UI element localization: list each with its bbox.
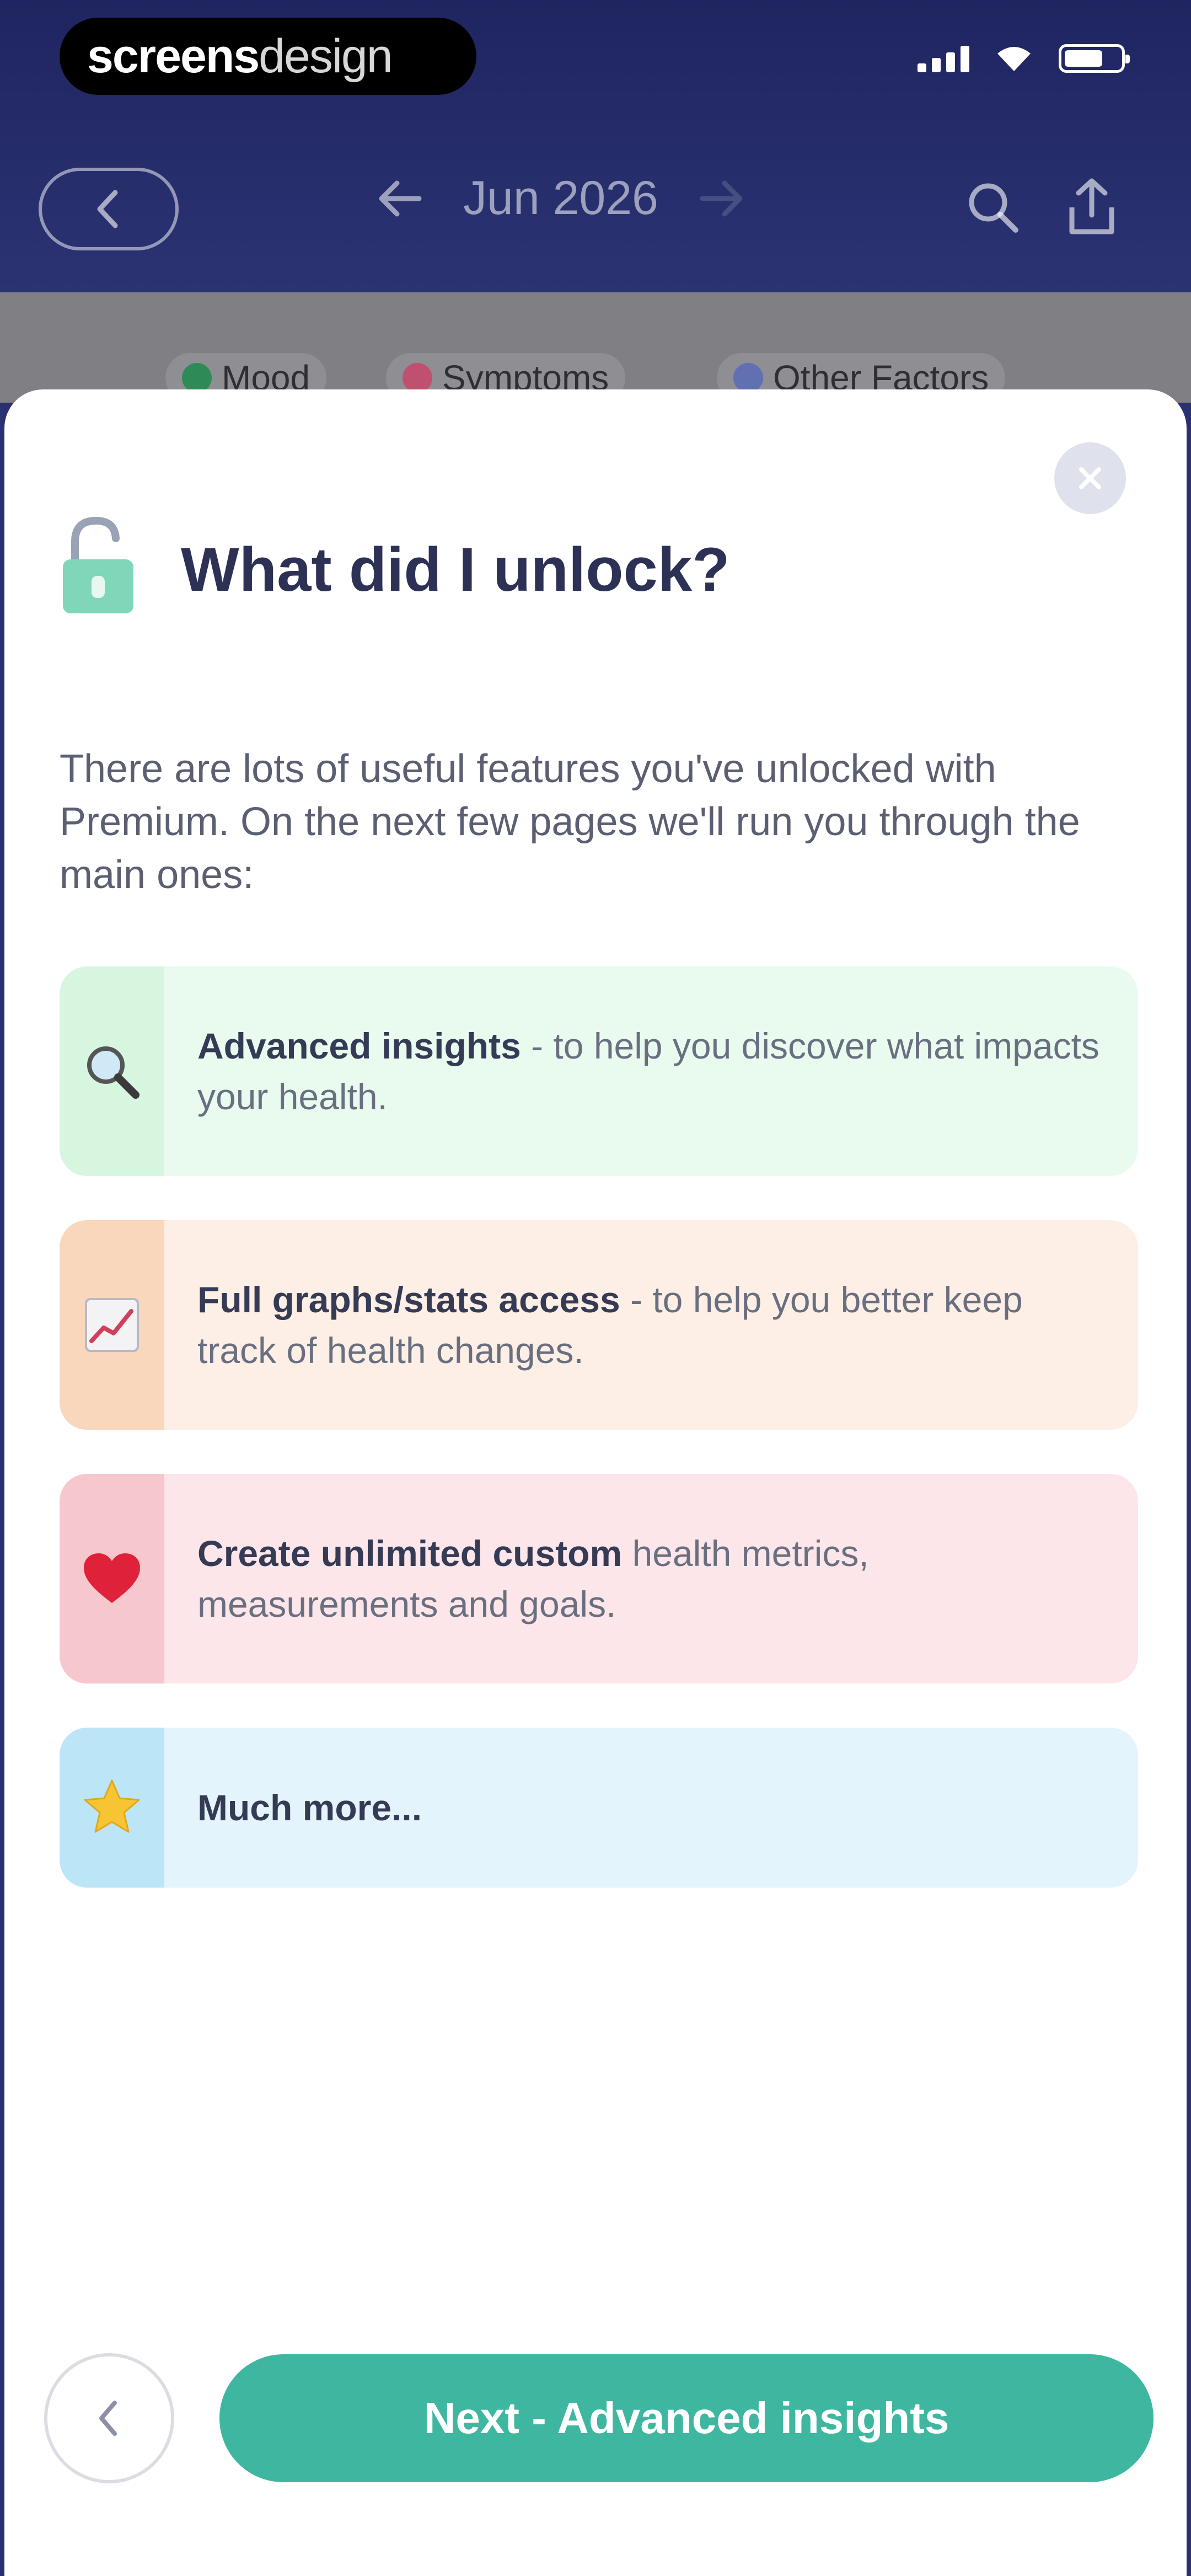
feature-text-cell: Full graphs/stats access - to help you b… bbox=[164, 1220, 1138, 1430]
feature-title: Full graphs/stats access bbox=[197, 1279, 620, 1320]
feature-text: Much more... bbox=[197, 1782, 422, 1833]
chevron-left-icon bbox=[97, 190, 118, 228]
feature-icon-cell bbox=[60, 966, 164, 1176]
battery-icon bbox=[1059, 44, 1130, 73]
previous-button[interactable] bbox=[44, 2353, 174, 2483]
feature-text: Full graphs/stats access - to help you b… bbox=[197, 1274, 1105, 1376]
feature-icon-cell bbox=[60, 1474, 164, 1684]
feature-text: Advanced insights - to help you discover… bbox=[197, 1020, 1105, 1122]
search-icon[interactable] bbox=[965, 179, 1020, 234]
feature-title: Much more... bbox=[197, 1787, 422, 1828]
app-header: screens design Jun 2026 bbox=[0, 0, 1191, 292]
feature-card-advanced-insights: Advanced insights - to help you discover… bbox=[60, 966, 1138, 1176]
feature-icon-cell bbox=[60, 1728, 164, 1888]
header-actions bbox=[965, 177, 1119, 237]
star-icon bbox=[84, 1779, 140, 1833]
feature-text-cell: Much more... bbox=[164, 1728, 1138, 1888]
header-back-button[interactable] bbox=[39, 168, 179, 250]
modal-intro: There are lots of useful features you've… bbox=[60, 747, 1080, 897]
brand-part-2: design bbox=[259, 29, 393, 83]
feature-card-graphs-stats: Full graphs/stats access - to help you b… bbox=[60, 1220, 1138, 1430]
feature-card-much-more: Much more... bbox=[60, 1728, 1138, 1888]
feature-text-cell: Advanced insights - to help you discover… bbox=[164, 966, 1138, 1176]
month-navigator: Jun 2026 bbox=[375, 171, 747, 226]
other-factors-dot-icon bbox=[733, 363, 763, 393]
close-button[interactable] bbox=[1054, 442, 1126, 514]
feature-text-cell: Create unlimited custom health metrics, … bbox=[164, 1474, 1138, 1684]
feature-title: Create unlimited custom bbox=[197, 1533, 623, 1574]
brand-part-1: screens bbox=[87, 29, 260, 83]
chart-icon bbox=[85, 1298, 139, 1352]
arrow-right-icon[interactable] bbox=[697, 177, 747, 221]
wifi-icon bbox=[997, 47, 1031, 71]
status-bar bbox=[918, 44, 1130, 73]
share-icon[interactable] bbox=[1064, 177, 1119, 237]
modal-title: What did I unlock? bbox=[181, 535, 730, 604]
cellular-signal-icon bbox=[918, 45, 969, 72]
arrow-left-icon[interactable] bbox=[375, 177, 425, 221]
brand-watermark: screens design bbox=[60, 18, 476, 95]
symptoms-dot-icon bbox=[403, 363, 432, 393]
mood-dot-icon bbox=[182, 363, 212, 393]
next-button[interactable]: Next - Advanced insights bbox=[219, 2354, 1154, 2482]
feature-card-custom-metrics: Create unlimited custom health metrics, … bbox=[60, 1474, 1138, 1684]
close-icon bbox=[1079, 467, 1101, 489]
unlocked-padlock-icon bbox=[63, 516, 133, 613]
premium-unlock-sheet: What did I unlock? There are lots of use… bbox=[4, 389, 1187, 2576]
heart-icon bbox=[84, 1553, 140, 1603]
magnifier-icon bbox=[87, 1046, 140, 1099]
month-label: Jun 2026 bbox=[463, 172, 658, 225]
chevron-left-icon bbox=[99, 2401, 117, 2436]
feature-text: Create unlimited custom health metrics, … bbox=[197, 1528, 1105, 1629]
feature-title: Advanced insights bbox=[197, 1025, 521, 1066]
feature-icon-cell bbox=[60, 1220, 164, 1430]
